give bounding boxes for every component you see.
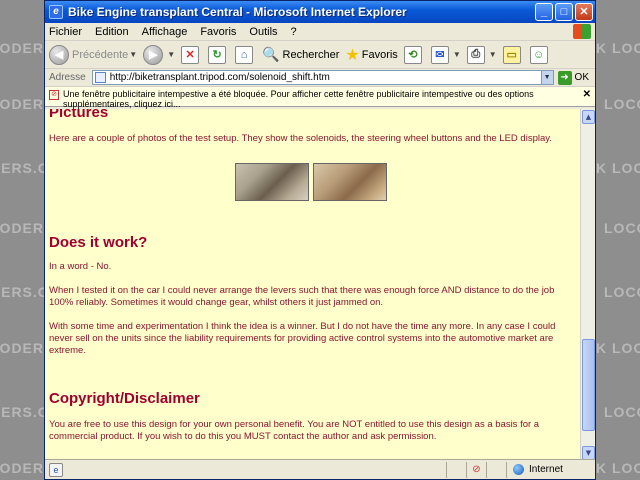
address-bar: Adresse http://biketransplant.tripod.com… <box>45 69 595 87</box>
minimize-button[interactable]: _ <box>535 3 553 21</box>
chevron-down-icon: ▼ <box>452 50 461 59</box>
address-input[interactable]: http://biketransplant.tripod.com/solenoi… <box>91 70 554 85</box>
bg-logo-right: LOCOST <box>604 404 640 420</box>
security-zone: Internet <box>507 464 595 475</box>
chevron-down-icon: ▼ <box>167 50 176 59</box>
popup-blocked-infobar[interactable]: ⊘ Une fenêtre publicitaire intempestive … <box>45 87 595 109</box>
back-button[interactable]: ◀ Précédente ▼ <box>49 44 138 65</box>
favorites-label: Favoris <box>361 48 398 61</box>
test-setup-photo-1[interactable] <box>235 163 309 201</box>
star-icon: ★ <box>345 46 360 64</box>
ie-icon: e <box>49 5 63 19</box>
note-icon: ▭ <box>502 45 521 64</box>
search-button[interactable]: 🔍 Rechercher <box>262 46 339 63</box>
close-button[interactable]: ✕ <box>575 3 593 21</box>
page-status-icon: e <box>49 462 63 477</box>
messenger-button[interactable]: ☺ <box>529 45 551 64</box>
scroll-down-icon[interactable]: ▼ <box>582 446 595 460</box>
bg-logo-right: K LOCOST <box>596 160 640 176</box>
works-heading: Does it work? <box>49 234 148 251</box>
title-bar[interactable]: e Bike Engine transplant Central - Micro… <box>45 1 595 23</box>
print-icon: ⎙ <box>466 45 485 64</box>
stop-button[interactable]: ✕ <box>181 45 202 64</box>
zone-label: Internet <box>529 464 563 475</box>
works-paragraph-2: When I tested it on the car I could neve… <box>49 285 555 308</box>
status-bar: e ⊘ Internet <box>45 459 595 479</box>
go-button[interactable]: ➜ OK <box>557 70 589 85</box>
menu-help[interactable]: ? <box>291 26 297 38</box>
home-icon: ⌂ <box>235 45 254 64</box>
photo-gallery <box>49 163 573 201</box>
bg-logo-right: K LOCOST <box>596 340 640 356</box>
back-label: Précédente <box>72 48 129 61</box>
blocked-icon: ⊘ <box>49 90 59 100</box>
popup-blocker-status-icon[interactable]: ⊘ <box>467 461 487 478</box>
infobar-text: Une fenêtre publicitaire intempestive a … <box>63 89 534 109</box>
vertical-scrollbar[interactable]: ▲ ▼ <box>580 109 595 461</box>
works-paragraph-1: In a word - No. <box>49 261 112 272</box>
stop-icon: ✕ <box>181 45 200 64</box>
search-icon: 🔍 <box>262 46 280 62</box>
scrollbar-thumb[interactable] <box>582 339 595 431</box>
chevron-down-icon[interactable]: ▼ <box>540 71 553 84</box>
mail-button[interactable]: ✉ ▼ <box>430 45 461 64</box>
menu-bar: Fichier Edition Affichage Favoris Outils… <box>45 23 595 41</box>
address-url: http://biketransplant.tripod.com/solenoi… <box>109 72 330 83</box>
history-icon: ⟲ <box>403 45 422 64</box>
menu-favoris[interactable]: Favoris <box>200 26 236 38</box>
menu-edition[interactable]: Edition <box>95 26 129 38</box>
globe-icon <box>513 464 524 475</box>
maximize-button[interactable]: □ <box>555 3 573 21</box>
history-button[interactable]: ⟲ <box>403 45 425 64</box>
mail-icon: ✉ <box>430 45 449 64</box>
bg-logo-right: LOCOST <box>604 284 640 300</box>
pictures-heading: Pictures <box>49 109 109 121</box>
test-setup-photo-2[interactable] <box>313 163 387 201</box>
status-cell <box>447 461 467 478</box>
refresh-icon: ↻ <box>208 45 227 64</box>
bg-logo-right: K LOCOST <box>596 460 640 476</box>
page-icon <box>94 72 106 83</box>
notes-button[interactable]: ▭ <box>502 45 524 64</box>
go-arrow-icon: ➜ <box>557 70 572 85</box>
chevron-down-icon: ▼ <box>488 50 497 59</box>
toolbar: ◀ Précédente ▼ ▶ ▼ ✕ ↻ ⌂ 🔍 Rechercher ★ … <box>45 41 595 69</box>
back-arrow-icon: ◀ <box>49 44 69 65</box>
menu-fichier[interactable]: Fichier <box>49 26 82 38</box>
menu-affichage[interactable]: Affichage <box>142 26 188 38</box>
address-label: Adresse <box>49 72 86 83</box>
pictures-text: Here are a couple of photos of the test … <box>49 133 552 144</box>
windows-logo-icon <box>573 24 591 39</box>
copyright-heading: Copyright/Disclaimer <box>49 390 200 407</box>
status-cell <box>487 461 507 478</box>
forward-button[interactable]: ▶ ▼ <box>143 44 176 65</box>
infobar-close-icon[interactable]: ✕ <box>583 90 591 100</box>
search-label: Rechercher <box>282 48 340 61</box>
page-content: Pictures Here are a couple of photos of … <box>45 109 581 461</box>
window-title: Bike Engine transplant Central - Microso… <box>68 5 407 19</box>
forward-arrow-icon: ▶ <box>143 44 164 65</box>
bg-logo-right: LOCOST <box>604 220 640 236</box>
menu-outils[interactable]: Outils <box>249 26 277 38</box>
bg-logo-right: LOCOST <box>604 96 640 112</box>
status-text-area <box>63 461 447 478</box>
print-button[interactable]: ⎙ ▼ <box>466 45 497 64</box>
browser-window: e Bike Engine transplant Central - Micro… <box>44 0 596 480</box>
works-paragraph-3: With some time and experimentation I thi… <box>49 321 556 356</box>
scroll-up-icon[interactable]: ▲ <box>582 110 595 124</box>
chevron-down-icon: ▼ <box>129 50 138 59</box>
refresh-button[interactable]: ↻ <box>208 45 229 64</box>
go-label: OK <box>574 72 589 83</box>
home-button[interactable]: ⌂ <box>235 45 256 64</box>
messenger-icon: ☺ <box>529 45 548 64</box>
bg-logo-right: K LOCOST <box>596 40 640 56</box>
favorites-button[interactable]: ★ Favoris <box>345 45 397 65</box>
copyright-text: You are free to use this design for your… <box>49 419 540 442</box>
